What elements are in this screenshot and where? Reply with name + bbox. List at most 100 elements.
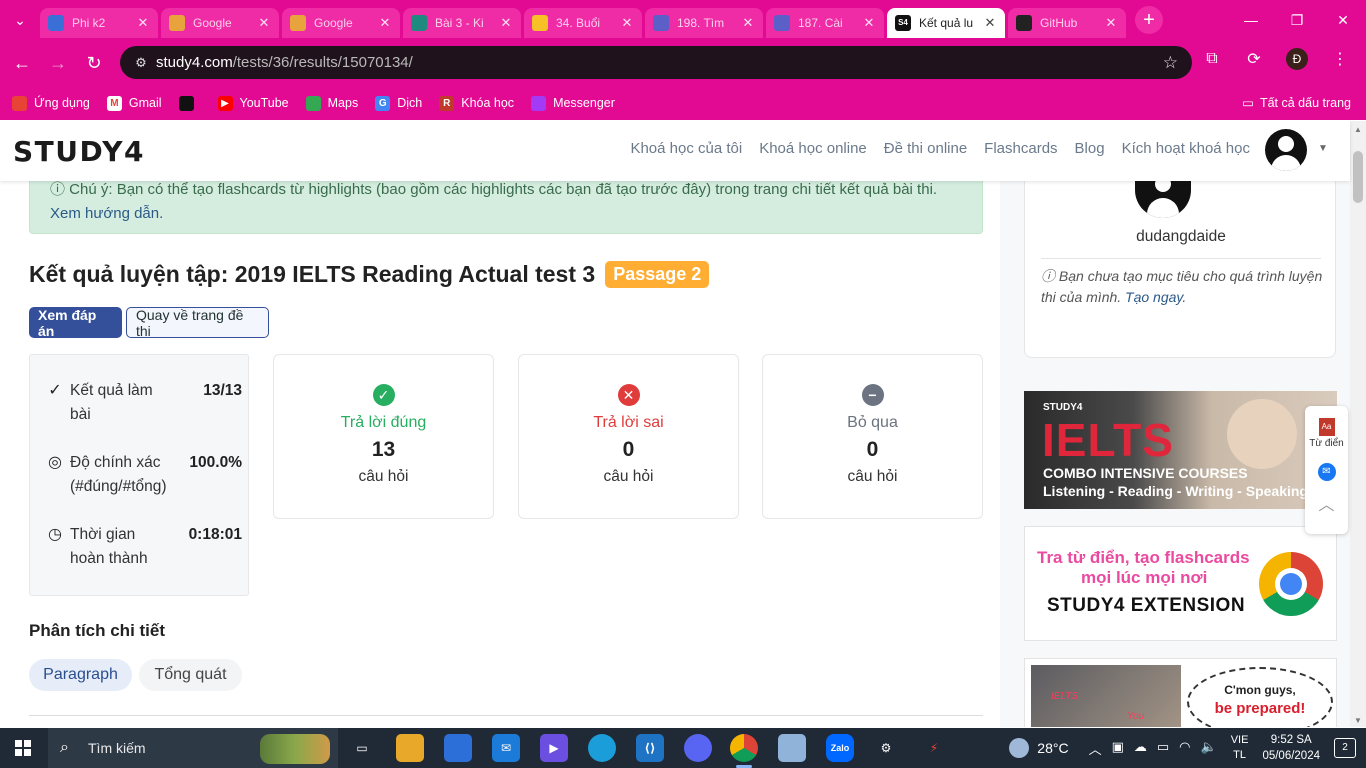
username: dudangdaide: [1136, 228, 1226, 245]
vscode-icon[interactable]: ⟨⟩: [636, 734, 664, 762]
volume-icon[interactable]: 🔈: [1201, 739, 1217, 758]
restore-icon[interactable]: ❐: [1274, 0, 1320, 40]
bookmark-item[interactable]: Maps: [305, 95, 358, 111]
photos-icon[interactable]: [778, 734, 806, 762]
caret-down-icon[interactable]: ▼: [1318, 143, 1328, 154]
nav-link[interactable]: Khoá học của tôi: [630, 140, 742, 157]
tab-close-icon[interactable]: ✕: [499, 15, 513, 31]
menu-kebab-icon[interactable]: ⋮: [1328, 47, 1352, 71]
system-tray: 28°C ︿ ▣ ☁ ▭ ◠ 🔈 VIE TL 9:52 SA 05/06/20…: [1009, 728, 1366, 768]
app-icon[interactable]: ⚡: [920, 734, 948, 762]
bookmark-item[interactable]: ▶ YouTube: [217, 95, 289, 111]
create-goal-link[interactable]: Tạo ngay.: [1125, 289, 1186, 305]
nav-link[interactable]: Blog: [1075, 140, 1105, 157]
scroll-down-icon[interactable]: ▼: [1354, 716, 1362, 725]
performance-icon[interactable]: ⟳: [1242, 47, 1266, 71]
back-arrow-icon[interactable]: ←: [4, 45, 40, 81]
profile-avatar[interactable]: Đ: [1284, 46, 1310, 72]
forward-arrow-icon[interactable]: →: [40, 45, 76, 81]
bookmark-item[interactable]: Ứng dụng: [12, 95, 90, 111]
clipchamp-icon[interactable]: ▶: [540, 734, 568, 762]
dictionary-icon[interactable]: Aa: [1318, 418, 1335, 436]
new-tab-button[interactable]: +: [1135, 6, 1163, 34]
wifi-icon[interactable]: ◠: [1179, 739, 1190, 758]
browser-tab[interactable]: Google ✕: [161, 7, 279, 38]
tab-close-icon[interactable]: ✕: [862, 15, 876, 31]
browser-tab[interactable]: GitHub ✕: [1008, 7, 1126, 38]
scrollbar-thumb[interactable]: [1353, 151, 1363, 203]
site-info-icon[interactable]: ⚙: [126, 55, 156, 71]
messenger-icon[interactable]: ✉: [1317, 463, 1336, 481]
notice-guide-link[interactable]: Xem hướng dẫn.: [50, 205, 163, 222]
tab-search-chevron-icon[interactable]: ⌄: [0, 0, 40, 40]
tab-close-icon[interactable]: ✕: [257, 15, 271, 31]
back-to-test-button[interactable]: Quay về trang đề thi: [126, 307, 269, 339]
reload-icon[interactable]: ↻: [76, 45, 112, 81]
bubble-line-2: be prepared!: [1214, 700, 1306, 717]
settings-gear-icon[interactable]: ⚙: [872, 734, 900, 762]
nav-link[interactable]: Kích hoạt khoá học: [1122, 140, 1250, 157]
user-avatar[interactable]: [1265, 129, 1307, 171]
browser-tab[interactable]: Bài 3 - Ki ✕: [403, 7, 521, 38]
clock[interactable]: 9:52 SA 05/06/2024: [1262, 732, 1320, 764]
summary-label: Thời gian hoàn thành: [70, 526, 148, 567]
browser-tab[interactable]: Google ✕: [282, 7, 400, 38]
dictionary-label[interactable]: Từ điển: [1305, 438, 1348, 449]
page-scrollbar[interactable]: ▲ ▼: [1350, 121, 1366, 727]
tab-close-icon[interactable]: ✕: [378, 15, 392, 31]
discord-icon[interactable]: [684, 734, 712, 762]
extensions-icon[interactable]: ⧉: [1200, 47, 1224, 71]
tab-close-icon[interactable]: ✕: [983, 15, 997, 31]
all-bookmarks[interactable]: ▭ Tất cả dấu trang: [1242, 95, 1351, 111]
zalo-icon[interactable]: Zalo: [826, 734, 854, 762]
summary-label: Độ chính xác (#đúng/#tổng): [70, 454, 167, 495]
minimize-icon[interactable]: —: [1228, 0, 1274, 40]
browser-tab[interactable]: 34. Buổi ✕: [524, 7, 642, 38]
input-language[interactable]: VIE TL: [1231, 733, 1249, 763]
chrome-taskbar-icon[interactable]: [730, 734, 758, 768]
bookmark-item[interactable]: R Khóa học: [439, 95, 514, 111]
bookmark-item[interactable]: [178, 95, 201, 111]
prepared-banner[interactable]: IELTS You C'mon guys, be prepared!: [1024, 658, 1337, 727]
cloud-icon[interactable]: ☁: [1134, 739, 1147, 758]
task-view-icon[interactable]: ▭: [348, 734, 376, 762]
temperature: 28°C: [1037, 740, 1069, 756]
scroll-up-icon[interactable]: ▲: [1354, 125, 1362, 134]
nav-link[interactable]: Đề thi online: [884, 140, 967, 157]
nav-link[interactable]: Flashcards: [984, 140, 1057, 157]
tab-paragraph[interactable]: Paragraph: [29, 659, 132, 691]
browser-tab[interactable]: 187. Cài ✕: [766, 7, 884, 38]
mail-icon[interactable]: ✉: [492, 734, 520, 762]
site-logo[interactable]: STUDY4: [13, 135, 145, 168]
close-window-icon[interactable]: ✕: [1320, 0, 1366, 40]
address-bar[interactable]: ⚙ study4.com/tests/36/results/15070134/ …: [120, 46, 1192, 79]
nav-link[interactable]: Khoá học online: [759, 140, 867, 157]
browser-tab[interactable]: Phi k2 ✕: [40, 7, 158, 38]
tab-close-icon[interactable]: ✕: [136, 15, 150, 31]
browser-tab[interactable]: S4 Kết quả lu ✕: [887, 7, 1005, 38]
meet-icon[interactable]: ▣: [1112, 739, 1124, 758]
notification-icon[interactable]: 2: [1334, 738, 1356, 758]
taskbar-search[interactable]: ⌕ Tìm kiếm: [48, 728, 338, 768]
bookmark-item[interactable]: M Gmail: [106, 95, 162, 111]
weather-widget[interactable]: 28°C: [1009, 738, 1069, 758]
bookmark-favicon-icon: R: [439, 95, 455, 111]
bookmark-item[interactable]: Messenger: [531, 95, 615, 111]
battery-icon[interactable]: ▭: [1157, 739, 1169, 758]
edge-icon[interactable]: [588, 734, 616, 762]
store-icon[interactable]: [444, 734, 472, 762]
bookmark-star-icon[interactable]: ☆: [1163, 53, 1178, 73]
file-explorer-icon[interactable]: [396, 734, 424, 762]
view-answers-button[interactable]: Xem đáp án: [29, 307, 122, 339]
tab-close-icon[interactable]: ✕: [1104, 15, 1118, 31]
tab-close-icon[interactable]: ✕: [741, 15, 755, 31]
tab-overview[interactable]: Tổng quát: [139, 659, 242, 691]
tab-close-icon[interactable]: ✕: [620, 15, 634, 31]
start-button[interactable]: [0, 728, 46, 768]
browser-tab[interactable]: 198. Tìm ✕: [645, 7, 763, 38]
bookmark-item[interactable]: G Dịch: [375, 95, 422, 111]
ielts-course-banner[interactable]: STUDY4 IELTS COMBO INTENSIVE COURSES Lis…: [1024, 391, 1337, 509]
scroll-top-icon[interactable]: ︿: [1305, 491, 1348, 515]
chevron-up-icon[interactable]: ︿: [1089, 739, 1102, 758]
extension-banner[interactable]: Tra từ điển, tạo flashcards mọi lúc mọi …: [1024, 526, 1337, 641]
